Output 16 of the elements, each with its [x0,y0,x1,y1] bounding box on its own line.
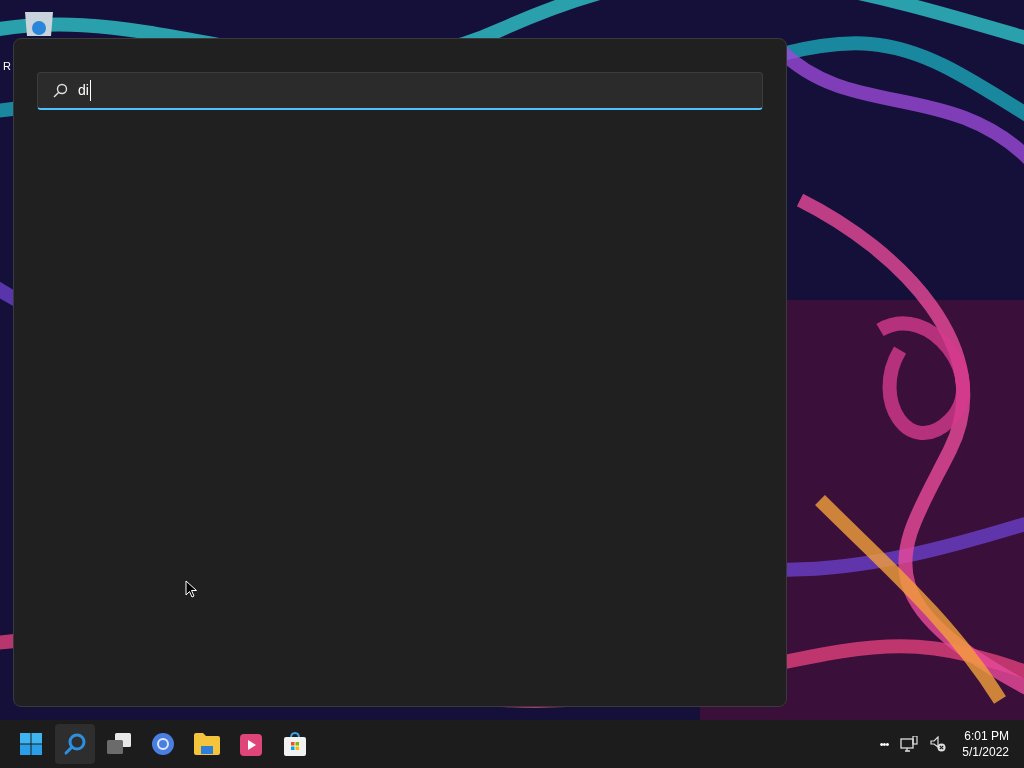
desktop-icon-label: R [3,60,11,73]
browser-icon [151,732,175,756]
windows-logo-icon [20,733,42,755]
folder-icon [194,733,220,755]
search-icon [63,732,87,756]
store-bag-icon [283,732,307,756]
clock-button[interactable]: 6:01 PM 5/1/2022 [958,728,1013,760]
search-icon [52,82,68,99]
play-app-icon [240,732,262,756]
search-query: di [78,80,91,101]
muted-speaker-icon[interactable] [930,736,947,752]
show-hidden-icons-button[interactable]: ••• [879,735,889,753]
search-field[interactable]: di [37,72,763,110]
network-icon[interactable] [900,736,919,752]
task-view-icon [107,733,131,755]
mouse-cursor-icon [185,580,198,598]
